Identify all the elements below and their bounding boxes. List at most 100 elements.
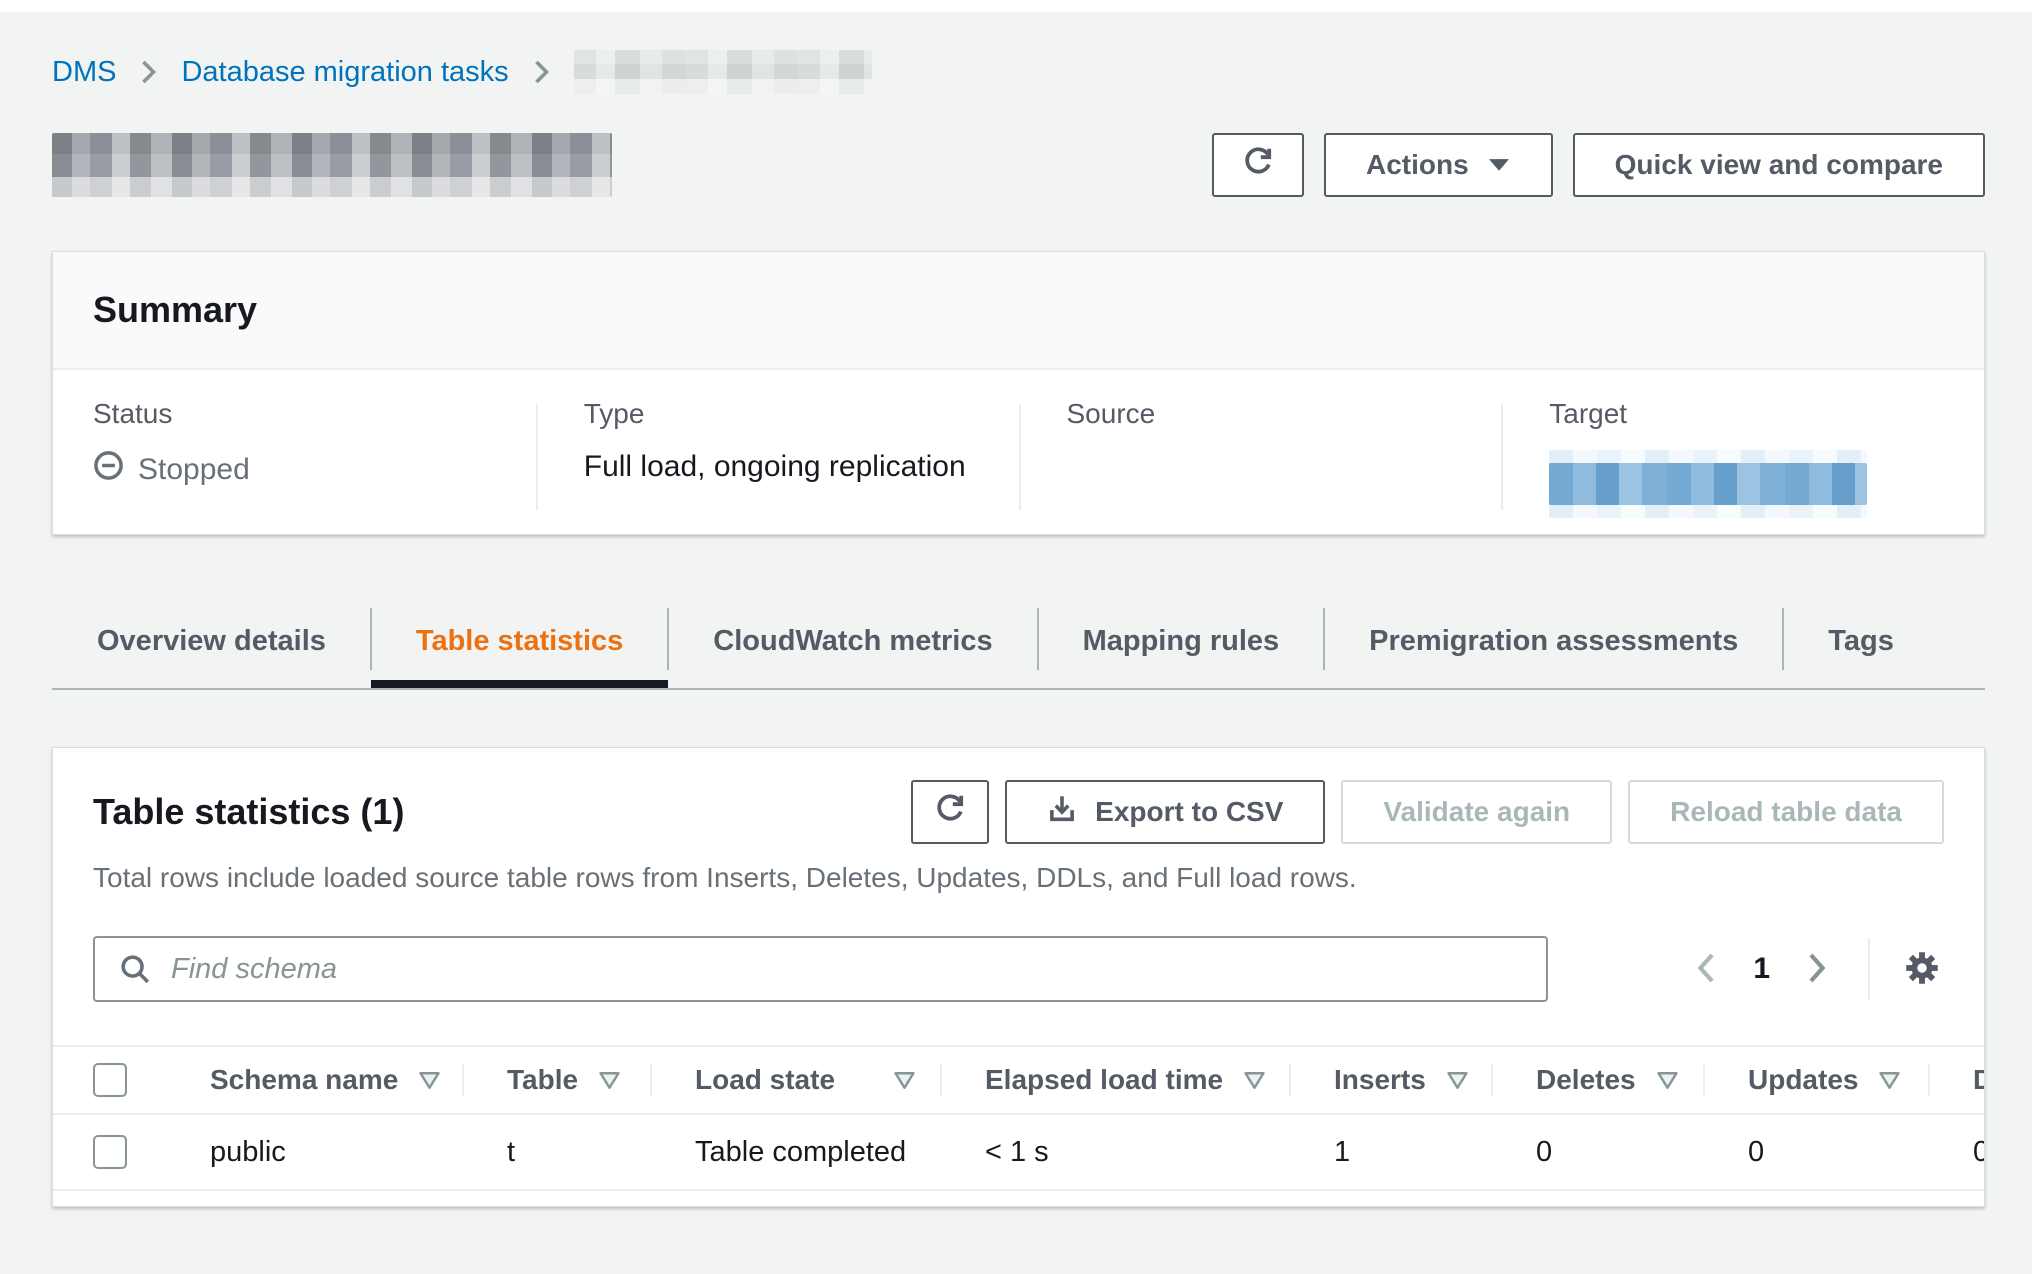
table-statistics-header: Table statistics (1) Export to CSV <box>93 780 1944 844</box>
redacted-breadcrumb-task-name <box>574 50 872 94</box>
cell-updates: 0 <box>1703 1136 1928 1169</box>
table-statistics-title: Table statistics (1) <box>93 791 404 833</box>
load-state-header-label: Load state <box>695 1064 835 1096</box>
redacted-target-endpoint-link[interactable] <box>1549 450 1867 518</box>
quick-view-and-compare-button[interactable]: Quick view and compare <box>1573 133 1985 197</box>
source-label: Source <box>1067 398 1502 430</box>
table-statistics-panel: Table statistics (1) Export to CSV <box>52 747 1985 1207</box>
refresh-icon <box>1242 146 1274 185</box>
tab-list: Overview details Table statistics CloudW… <box>52 602 1985 680</box>
summary-field-source: Source <box>1019 398 1502 532</box>
pagination: 1 <box>1689 938 1944 1000</box>
sort-icon[interactable] <box>1878 1071 1901 1090</box>
export-button-label: Export to CSV <box>1095 796 1283 828</box>
actions-button-label: Actions <box>1366 149 1469 181</box>
refresh-icon <box>934 793 966 832</box>
refresh-button[interactable] <box>1212 133 1304 197</box>
cell-schema-name: public <box>165 1136 462 1169</box>
cell-elapsed-load-time: < 1 s <box>940 1136 1289 1169</box>
gear-icon <box>1904 950 1940 989</box>
tab-cloudwatch-metrics[interactable]: CloudWatch metrics <box>668 602 1037 680</box>
breadcrumb: DMS Database migration tasks <box>52 0 1985 96</box>
column-header-updates[interactable]: Updates <box>1703 1047 1928 1113</box>
tab-premigration-assessments[interactable]: Premigration assessments <box>1324 602 1783 680</box>
next-page-button[interactable] <box>1800 946 1834 993</box>
column-header-inserts[interactable]: Inserts <box>1289 1047 1491 1113</box>
ddls-header-label: DDLs <box>1973 1064 1984 1096</box>
cell-inserts: 1 <box>1289 1136 1491 1169</box>
sort-icon[interactable] <box>1243 1071 1266 1090</box>
previous-page-button[interactable] <box>1689 946 1723 993</box>
validate-again-button[interactable]: Validate again <box>1341 780 1612 844</box>
pagination-divider <box>1868 938 1870 1000</box>
tab-mapping-rules[interactable]: Mapping rules <box>1038 602 1325 680</box>
table-statistics-table: Schema name Table Load state <box>53 1045 1984 1191</box>
tabs-baseline <box>52 688 1985 690</box>
task-detail-tabs: Overview details Table statistics CloudW… <box>52 602 1985 690</box>
column-header-schema-name[interactable]: Schema name <box>165 1047 462 1113</box>
table-header-label: Table <box>507 1064 578 1096</box>
status-value: Stopped <box>93 450 536 489</box>
download-icon <box>1047 794 1077 831</box>
inserts-header-label: Inserts <box>1334 1064 1426 1096</box>
tab-table-statistics[interactable]: Table statistics <box>371 602 668 680</box>
summary-field-type: Type Full load, ongoing replication <box>536 398 1019 532</box>
chevron-right-icon <box>1806 952 1828 987</box>
row-checkbox[interactable] <box>93 1135 127 1169</box>
current-page-number: 1 <box>1753 952 1770 986</box>
column-header-deletes[interactable]: Deletes <box>1491 1047 1703 1113</box>
column-header-load-state[interactable]: Load state <box>650 1047 940 1113</box>
quick-view-button-label: Quick view and compare <box>1615 149 1943 181</box>
select-all-cell <box>53 1047 165 1113</box>
redacted-target-endpoint-inner <box>1549 463 1867 505</box>
cell-table: t <box>462 1136 650 1169</box>
tab-overview-details[interactable]: Overview details <box>52 602 371 680</box>
page-actions: Actions Quick view and compare <box>1212 133 1985 197</box>
column-header-table[interactable]: Table <box>462 1047 650 1113</box>
sort-icon[interactable] <box>598 1071 621 1090</box>
status-label: Status <box>93 398 536 430</box>
find-schema-input[interactable] <box>93 936 1548 1002</box>
settings-button[interactable] <box>1900 946 1944 993</box>
status-text: Stopped <box>138 453 250 487</box>
reload-table-data-button[interactable]: Reload table data <box>1628 780 1944 844</box>
sort-icon[interactable] <box>1446 1071 1469 1090</box>
select-all-checkbox[interactable] <box>93 1063 127 1097</box>
sort-icon[interactable] <box>418 1071 441 1090</box>
type-label: Type <box>584 398 1019 430</box>
cell-load-state: Table completed <box>650 1136 940 1169</box>
row-select-cell <box>53 1115 165 1189</box>
chevron-right-icon <box>140 60 157 84</box>
sort-icon[interactable] <box>1656 1071 1679 1090</box>
summary-field-status: Status Stopped <box>53 398 536 532</box>
table-header-row: Schema name Table Load state <box>53 1045 1984 1115</box>
column-header-elapsed-load-time[interactable]: Elapsed load time <box>940 1047 1289 1113</box>
caret-down-icon <box>1487 149 1511 181</box>
dms-task-page: DMS Database migration tasks Actions <box>0 0 2032 1274</box>
tab-tags[interactable]: Tags <box>1783 602 1939 680</box>
summary-fields: Status Stopped Type Full load, ongoing r… <box>53 370 1984 532</box>
summary-field-target: Target <box>1501 398 1984 532</box>
column-header-ddls[interactable]: DDLs <box>1928 1047 1984 1113</box>
cell-ddls: 0 <box>1928 1136 1984 1169</box>
actions-button[interactable]: Actions <box>1324 133 1553 197</box>
table-refresh-button[interactable] <box>911 780 989 844</box>
stopped-icon <box>93 450 124 489</box>
schema-name-header-label: Schema name <box>210 1064 398 1096</box>
cell-deletes: 0 <box>1491 1136 1703 1169</box>
breadcrumb-link-dms[interactable]: DMS <box>52 56 116 89</box>
page-title-row: Actions Quick view and compare <box>52 132 1985 198</box>
deletes-header-label: Deletes <box>1536 1064 1636 1096</box>
table-row: public t Table completed < 1 s 1 0 0 0 <box>53 1115 1984 1191</box>
export-to-csv-button[interactable]: Export to CSV <box>1005 780 1325 844</box>
summary-title: Summary <box>93 289 257 331</box>
validate-button-label: Validate again <box>1383 796 1570 828</box>
target-label: Target <box>1549 398 1984 430</box>
summary-header: Summary <box>53 252 1984 370</box>
schema-search <box>93 936 1548 1002</box>
sort-icon[interactable] <box>893 1071 916 1090</box>
breadcrumb-link-tasks[interactable]: Database migration tasks <box>181 56 508 89</box>
table-statistics-actions: Export to CSV Validate again Reload tabl… <box>911 780 1944 844</box>
elapsed-header-label: Elapsed load time <box>985 1064 1223 1096</box>
chevron-left-icon <box>1695 952 1717 987</box>
